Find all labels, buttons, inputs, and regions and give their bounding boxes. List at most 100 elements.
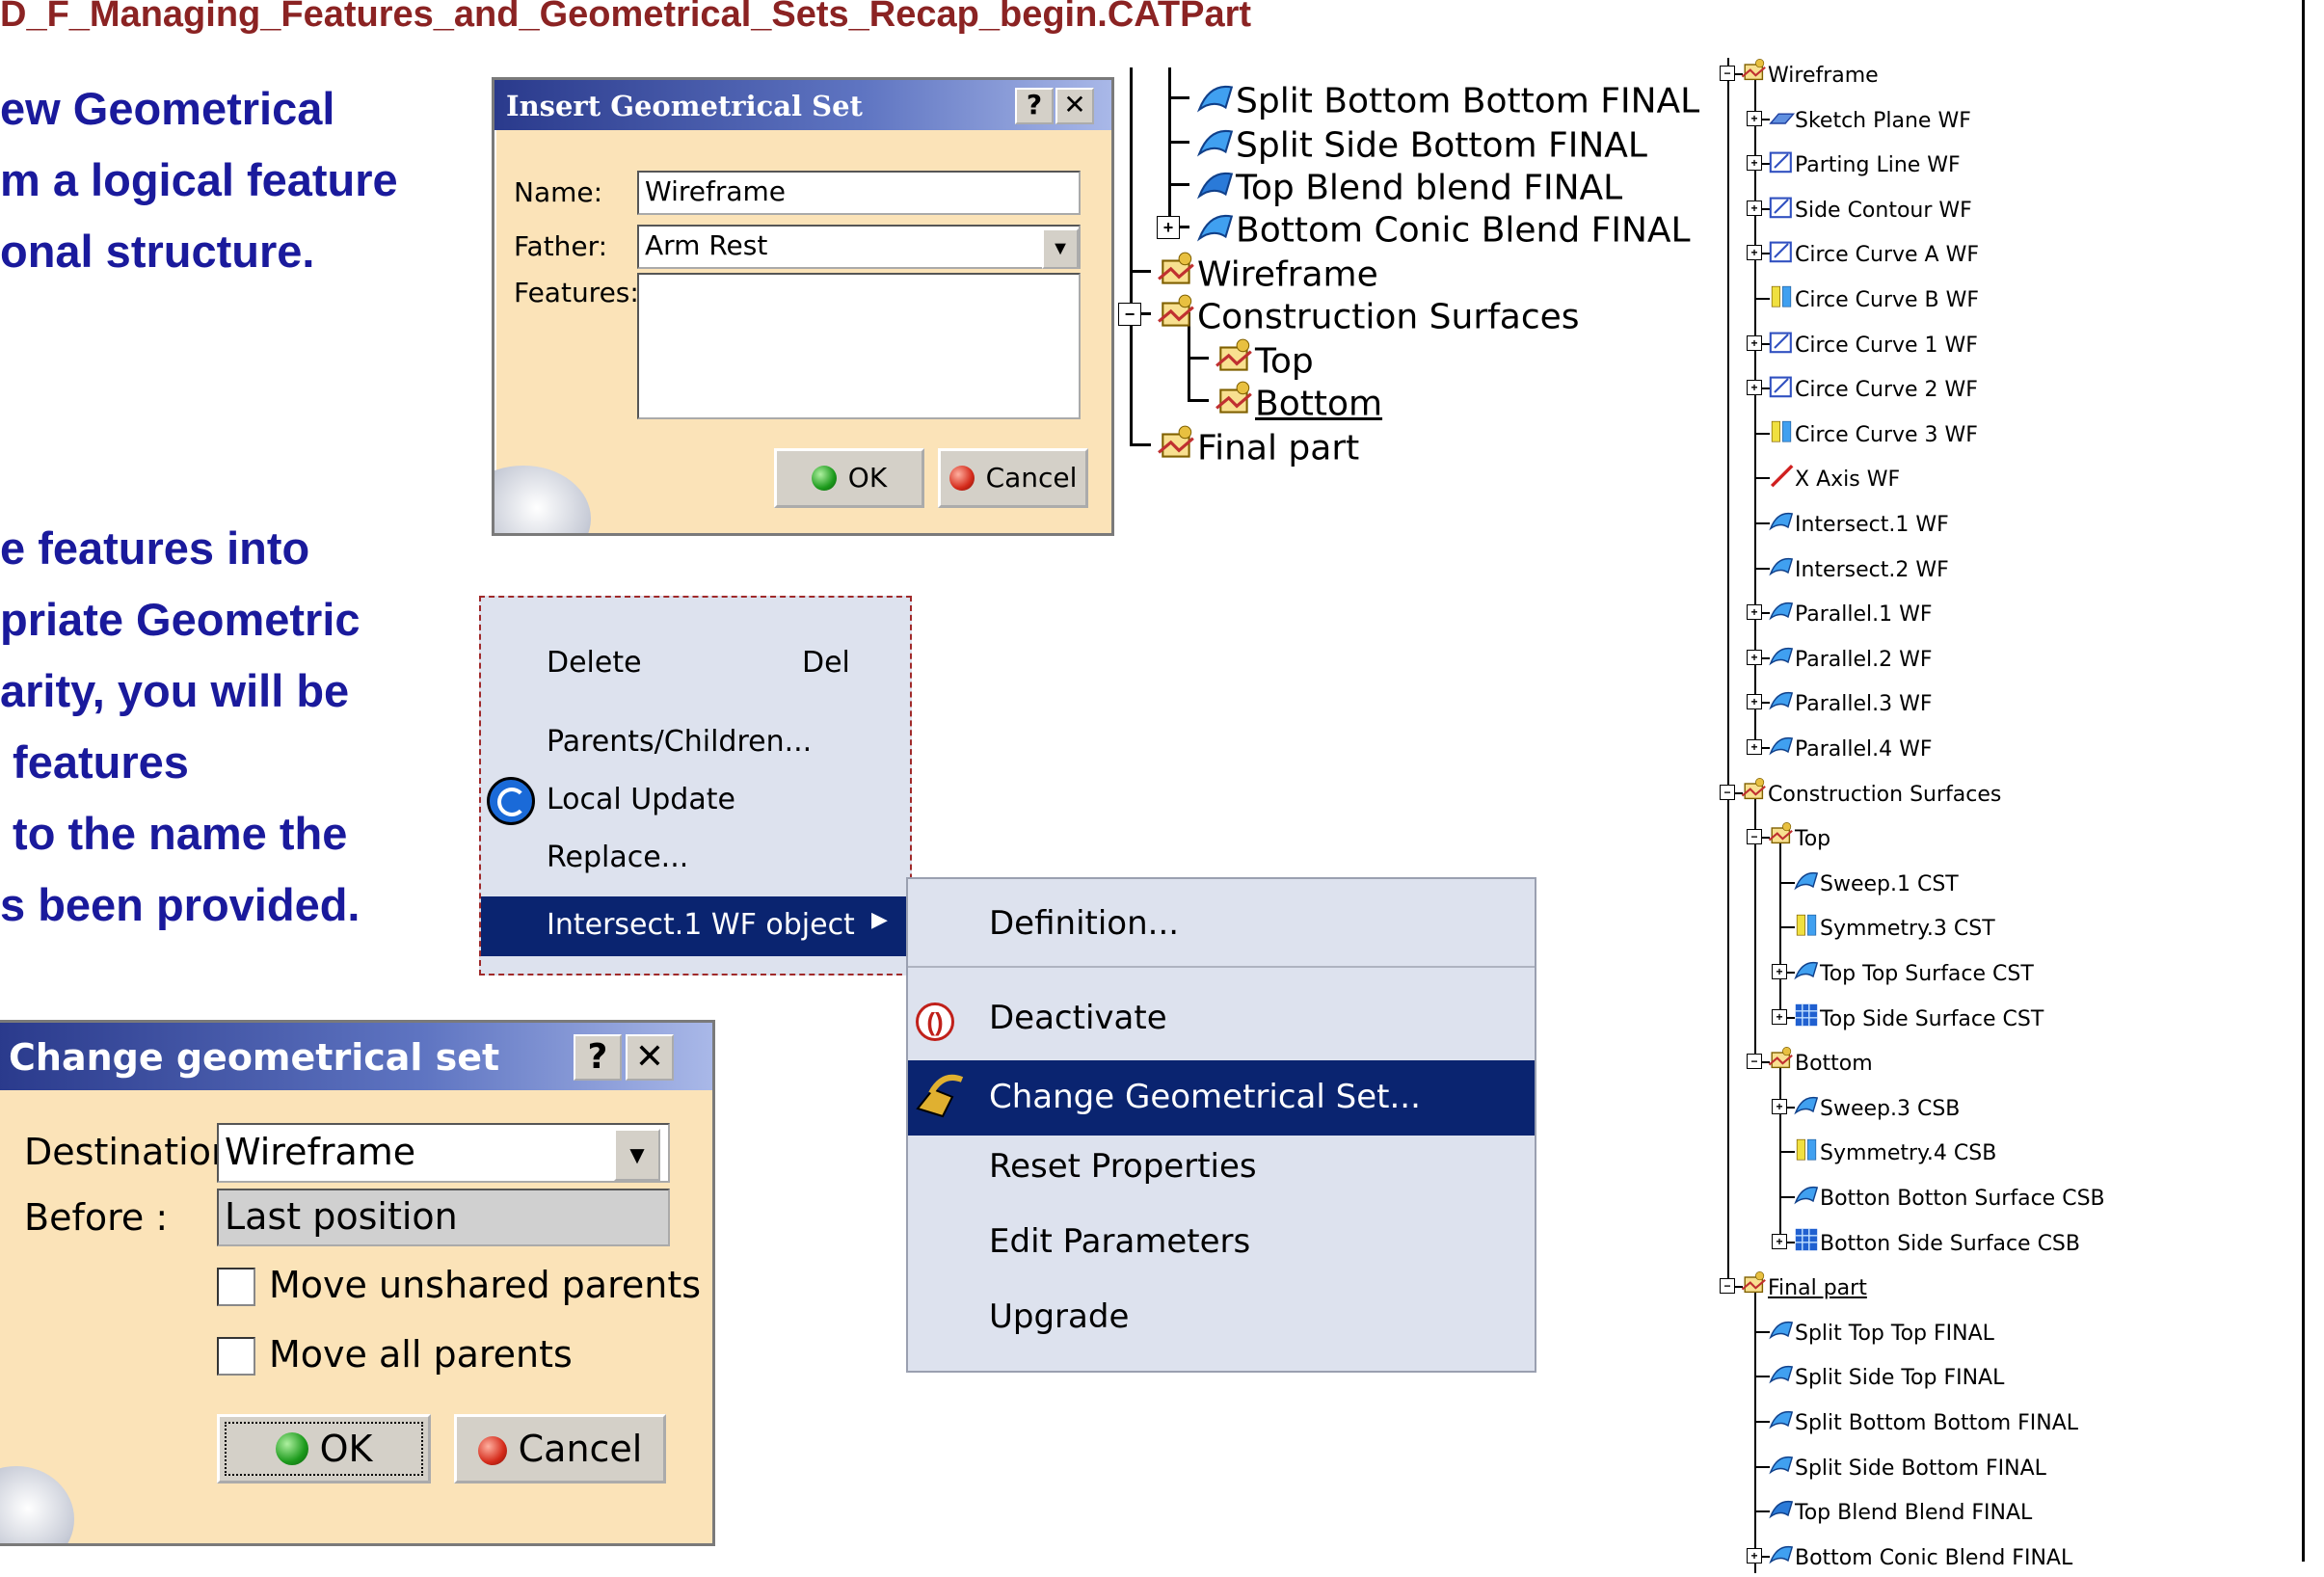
menu-item-reset-properties[interactable]: Reset Properties: [989, 1147, 1257, 1186]
expand-toggle-icon[interactable]: +: [1747, 200, 1762, 216]
menu-item-upgrade[interactable]: Upgrade: [989, 1297, 1129, 1336]
expand-toggle-icon[interactable]: +: [1772, 964, 1787, 979]
before-label: Before :: [24, 1196, 169, 1239]
right-tree-node-circe-curve-b-wf[interactable]: Circe Curve B WF: [1768, 282, 1979, 319]
expand-toggle-icon[interactable]: +: [1747, 649, 1762, 665]
name-field[interactable]: Wireframe: [637, 171, 1081, 215]
tree-node-label: Bottom Conic Blend FINAL: [1795, 1545, 2073, 1570]
expand-toggle-icon[interactable]: +: [1747, 1547, 1762, 1564]
sketch-icon: [1768, 147, 1795, 184]
right-tree-node-split-side-top-final[interactable]: Split Side Top FINAL: [1768, 1360, 2004, 1397]
mid-tree-node-final-part[interactable]: Final part: [1157, 424, 1359, 475]
expand-toggle-icon[interactable]: −: [1118, 303, 1141, 326]
help-button[interactable]: ?: [574, 1034, 622, 1081]
tree-node-label: Sweep.1 CST: [1820, 871, 1959, 896]
expand-toggle-icon[interactable]: +: [1747, 245, 1762, 261]
expand-toggle-icon[interactable]: −: [1720, 784, 1735, 800]
expand-toggle-icon[interactable]: +: [1157, 216, 1180, 239]
help-button[interactable]: ?: [1015, 88, 1054, 124]
expand-toggle-icon[interactable]: −: [1747, 829, 1762, 845]
surface-icon: [1768, 282, 1795, 319]
right-tree-node-parallel-1-wf[interactable]: Parallel.1 WF: [1768, 597, 1933, 633]
features-label: Features:: [514, 277, 639, 308]
right-tree-node-final-part[interactable]: Final part: [1741, 1270, 1867, 1307]
menu-item-edit-parameters[interactable]: Edit Parameters: [989, 1222, 1250, 1261]
tree-node-label: Symmetry.3 CST: [1820, 917, 1995, 942]
tree-node-label: Split Side Bottom FINAL: [1795, 1456, 2046, 1481]
right-tree-node-circe-curve-a-wf[interactable]: Circe Curve A WF: [1768, 237, 1979, 274]
expand-toggle-icon[interactable]: +: [1747, 739, 1762, 755]
right-tree-node-circe-curve-1-wf[interactable]: Circe Curve 1 WF: [1768, 328, 1978, 364]
right-tree-node-top-side-surface-cst[interactable]: Top Side Surface CST: [1793, 1002, 2044, 1038]
right-tree-node-parallel-3-wf[interactable]: Parallel.3 WF: [1768, 686, 1933, 723]
right-tree-node-botton-botton-surface-csb[interactable]: Botton Botton Surface CSB: [1793, 1181, 2105, 1217]
dialog-titlebar[interactable]: Insert Geometrical Set ? ✕: [494, 80, 1111, 130]
expand-toggle-icon[interactable]: −: [1747, 1054, 1762, 1070]
right-tree-node-intersect-1-wf[interactable]: Intersect.1 WF: [1768, 507, 1949, 544]
menu-item-delete[interactable]: Delete: [547, 646, 642, 680]
right-tree-node-sketch-plane-wf[interactable]: Sketch Plane WF: [1768, 103, 1971, 140]
cancel-button[interactable]: Cancel: [938, 448, 1088, 508]
paragraph-line: m a logical feature: [0, 154, 398, 205]
right-tree-node-parallel-2-wf[interactable]: Parallel.2 WF: [1768, 642, 1933, 679]
right-tree-node-wireframe[interactable]: Wireframe: [1741, 58, 1879, 94]
expand-toggle-icon[interactable]: +: [1747, 110, 1762, 126]
right-tree-node-split-top-top-final[interactable]: Split Top Top FINAL: [1768, 1316, 1994, 1352]
expand-toggle-icon[interactable]: +: [1772, 1008, 1787, 1025]
ok-button[interactable]: OK: [217, 1414, 431, 1483]
right-tree-node-parallel-4-wf[interactable]: Parallel.4 WF: [1768, 732, 1933, 768]
right-tree-node-split-side-bottom-final[interactable]: Split Side Bottom FINAL: [1768, 1451, 2046, 1487]
right-tree-node-symmetry-3-cst[interactable]: Symmetry.3 CST: [1793, 911, 1995, 948]
right-tree-node-circe-curve-2-wf[interactable]: Circe Curve 2 WF: [1768, 372, 1978, 409]
destination-dropdown[interactable]: Wireframe: [217, 1123, 670, 1183]
expand-toggle-icon[interactable]: +: [1747, 380, 1762, 396]
right-tree-node-botton-side-surface-csb[interactable]: Botton Side Surface CSB: [1793, 1226, 2080, 1263]
expand-toggle-icon[interactable]: +: [1747, 155, 1762, 172]
close-button[interactable]: ✕: [626, 1034, 674, 1081]
cancel-label: Cancel: [518, 1428, 643, 1470]
right-tree-node-bottom-conic-blend-final[interactable]: Bottom Conic Blend FINAL: [1768, 1540, 2072, 1577]
expand-toggle-icon[interactable]: +: [1772, 1233, 1787, 1249]
right-tree-node-side-contour-wf[interactable]: Side Contour WF: [1768, 193, 1972, 229]
right-tree-node-top-blend-blend-final[interactable]: Top Blend Blend FINAL: [1768, 1495, 2032, 1532]
menu-item-deactivate[interactable]: Deactivate: [989, 999, 1167, 1037]
right-tree-node-sweep-1-cst[interactable]: Sweep.1 CST: [1793, 867, 1959, 903]
surface-icon: [1768, 1316, 1795, 1352]
right-tree-node-intersect-2-wf[interactable]: Intersect.2 WF: [1768, 552, 1949, 589]
tree-node-label: Split Top Top FINAL: [1795, 1321, 1994, 1346]
menu-item-change-set[interactable]: Change Geometrical Set...: [908, 1060, 1535, 1136]
father-dropdown[interactable]: Arm Rest: [637, 225, 1081, 269]
menu-item-definition[interactable]: Definition...: [989, 904, 1179, 943]
expand-toggle-icon[interactable]: +: [1747, 604, 1762, 621]
menu-item-replace[interactable]: Replace...: [547, 841, 688, 874]
right-tree-node-parting-line-wf[interactable]: Parting Line WF: [1768, 147, 1961, 184]
tree-node-label: Circe Curve B WF: [1795, 288, 1980, 312]
close-button[interactable]: ✕: [1055, 88, 1094, 124]
right-tree-node-symmetry-4-csb[interactable]: Symmetry.4 CSB: [1793, 1136, 1996, 1172]
expand-toggle-icon[interactable]: −: [1720, 1278, 1735, 1295]
menu-item-local-update[interactable]: Local Update: [547, 783, 735, 816]
ok-button[interactable]: OK: [774, 448, 924, 508]
right-tree-node-bottom[interactable]: Bottom: [1768, 1046, 1873, 1083]
menu-item-parents-children[interactable]: Parents/Children...: [547, 725, 812, 759]
panel-border: [2302, 0, 2305, 1562]
right-tree-node-x-axis-wf[interactable]: X Axis WF: [1768, 462, 1900, 498]
move-unshared-checkbox[interactable]: [217, 1268, 255, 1306]
right-tree-node-sweep-3-csb[interactable]: Sweep.3 CSB: [1793, 1091, 1960, 1128]
expand-toggle-icon[interactable]: +: [1772, 1098, 1787, 1114]
expand-toggle-icon[interactable]: +: [1747, 694, 1762, 710]
dialog-titlebar[interactable]: Change geometrical set ? ✕: [0, 1023, 712, 1090]
right-tree-node-top-top-surface-cst[interactable]: Top Top Surface CST: [1793, 956, 2034, 993]
right-tree-node-top[interactable]: Top: [1768, 821, 1830, 858]
cancel-button[interactable]: Cancel: [454, 1414, 666, 1483]
menu-item-object[interactable]: Intersect.1 WF object ▶: [481, 896, 910, 956]
right-tree-node-split-bottom-bottom-final[interactable]: Split Bottom Bottom FINAL: [1768, 1405, 2078, 1442]
features-list[interactable]: [637, 273, 1081, 419]
move-all-checkbox[interactable]: [217, 1337, 255, 1376]
right-tree-node-circe-curve-3-wf[interactable]: Circe Curve 3 WF: [1768, 417, 1978, 454]
chevron-down-icon[interactable]: ▼: [1042, 228, 1079, 269]
expand-toggle-icon[interactable]: +: [1747, 334, 1762, 351]
expand-toggle-icon[interactable]: −: [1720, 66, 1735, 81]
chevron-down-icon[interactable]: ▼: [614, 1129, 660, 1181]
right-tree-node-construction-surfaces[interactable]: Construction Surfaces: [1741, 777, 2001, 814]
